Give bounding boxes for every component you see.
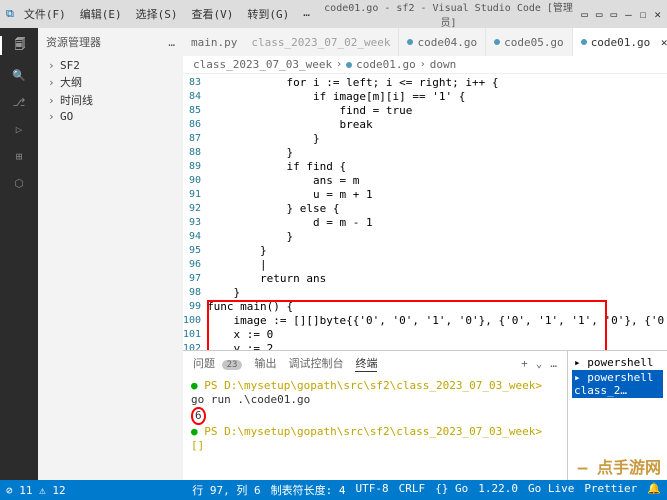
bottom-panel: 问题 23 输出 调试控制台 终端 + ⌄ … ● PS D:\mysetup\… [183,350,667,480]
terminal-item[interactable]: ▸ powershell [572,355,663,370]
tab-terminal[interactable]: 终端 [355,355,377,372]
activity-bar: 🗐 🔍 ⎇ ▷ ⊞ ⬡ [0,28,38,480]
minimize-icon[interactable]: — [625,8,632,21]
menu-bar: 文件(F) 编辑(E) 选择(S) 查看(V) 转到(G) … [18,4,316,24]
tree-item-timeline[interactable]: › 时间线 [48,91,173,109]
panel-tabs: 问题 23 输出 调试控制台 终端 + ⌄ … [183,351,567,375]
status-indent[interactable]: 制表符长度: 4 [271,482,346,498]
terminal[interactable]: ● PS D:\mysetup\gopath\src\sf2\class_202… [183,375,567,480]
search-icon[interactable]: 🔍 [12,69,26,82]
status-ln-col[interactable]: 行 97, 列 6 [192,482,260,498]
status-language[interactable]: {} Go [435,482,468,498]
status-go-live[interactable]: Go Live [528,482,574,498]
more-icon[interactable]: … [168,36,175,49]
tab-problems[interactable]: 问题 23 [193,355,242,371]
tree-item-outline[interactable]: › 大纲 [48,73,173,91]
go-file-icon [346,62,352,68]
tab-main-py[interactable]: main.py class_2023_07_02_week [183,28,399,56]
problems-badge: 23 [222,360,243,370]
breadcrumb[interactable]: class_2023_07_03_week› code01.go› down [183,56,667,74]
status-prettier[interactable]: Prettier [584,482,637,498]
editor-body[interactable]: 8384858687888990919293949596979899100101… [183,74,667,350]
tree-label: 时间线 [60,92,93,108]
breadcrumb-item[interactable]: class_2023_07_03_week [193,58,332,71]
terminal-item[interactable]: ▸ powershell class_2… [572,370,663,398]
chevron-right-icon: › [48,110,56,123]
code-content[interactable]: for i := left; i <= right; i++ { if imag… [207,74,667,350]
tab-debug-console[interactable]: 调试控制台 [288,355,343,371]
tab-code04[interactable]: code04.go [399,28,486,56]
editor-area: main.py class_2023_07_02_week code04.go … [183,28,667,480]
layout-toggle-icon[interactable]: ▭ [581,8,588,21]
vscode-logo: ⧉ [6,7,14,21]
tab-output[interactable]: 输出 [254,355,276,371]
more-icon[interactable]: … [550,357,557,370]
close-tab-icon[interactable]: ✕ [654,36,667,49]
source-control-icon[interactable]: ⎇ [13,96,26,109]
menu-file[interactable]: 文件(F) [18,4,72,24]
menu-go[interactable]: 转到(G) [241,4,295,24]
menu-select[interactable]: 选择(S) [130,4,184,24]
tree-item-go[interactable]: › GO [48,109,173,124]
editor-tabs: main.py class_2023_07_02_week code04.go … [183,28,667,56]
window-title: code01.go - sf2 - Visual Studio Code [管理… [320,0,577,29]
maximize-icon[interactable]: ☐ [640,8,647,21]
status-go-version[interactable]: 1.22.0 [478,482,518,498]
status-bar: ⊘ 11 ⚠ 12 行 97, 列 6 制表符长度: 4 UTF-8 CRLF … [0,480,667,500]
go-file-icon [494,39,500,45]
chevron-right-icon: › [48,59,56,72]
titlebar: ⧉ 文件(F) 编辑(E) 选择(S) 查看(V) 转到(G) … code01… [0,0,667,28]
menu-more[interactable]: … [297,4,316,24]
terminal-list: ▸ powershell ▸ powershell class_2… [567,351,667,480]
sidebar-header: 资源管理器 … [38,28,183,56]
tree-item-sf2[interactable]: › SF2 [48,58,173,73]
tab-code01[interactable]: code01.go ✕ [573,28,667,56]
tree-label: 大纲 [60,74,82,90]
go-file-icon [581,39,587,45]
add-terminal-icon[interactable]: + [521,357,528,370]
explorer-icon[interactable]: 🗐 [0,36,38,55]
tree-label: GO [60,110,73,123]
explorer-title: 资源管理器 [46,34,101,50]
status-eol[interactable]: CRLF [399,482,426,498]
breadcrumb-item[interactable]: code01.go [356,58,416,71]
go-file-icon [407,39,413,45]
extensions-icon[interactable]: ⊞ [16,150,23,163]
output-highlight: 6 [191,407,206,425]
run-debug-icon[interactable]: ▷ [16,123,23,136]
menu-edit[interactable]: 编辑(E) [74,4,128,24]
chevron-right-icon: › [48,76,56,89]
remote-icon[interactable]: ⬡ [14,177,24,190]
line-gutter: 8384858687888990919293949596979899100101… [183,74,207,350]
panel-toggle-icon[interactable]: ▭ [596,8,603,21]
menu-view[interactable]: 查看(V) [185,4,239,24]
close-icon[interactable]: ✕ [654,8,661,21]
tab-code05[interactable]: code05.go [486,28,573,56]
status-problems[interactable]: ⊘ 11 ⚠ 12 [6,484,66,497]
sidebar-toggle-icon[interactable]: ▭ [611,8,618,21]
status-encoding[interactable]: UTF-8 [355,482,388,498]
bell-icon[interactable]: 🔔 [647,482,661,498]
chevron-down-icon[interactable]: ⌄ [536,357,543,370]
tree-label: SF2 [60,59,80,72]
sidebar: 资源管理器 … › SF2 › 大纲 › 时间线 › GO [38,28,183,480]
breadcrumb-item[interactable]: down [430,58,457,71]
chevron-right-icon: › [48,94,56,107]
